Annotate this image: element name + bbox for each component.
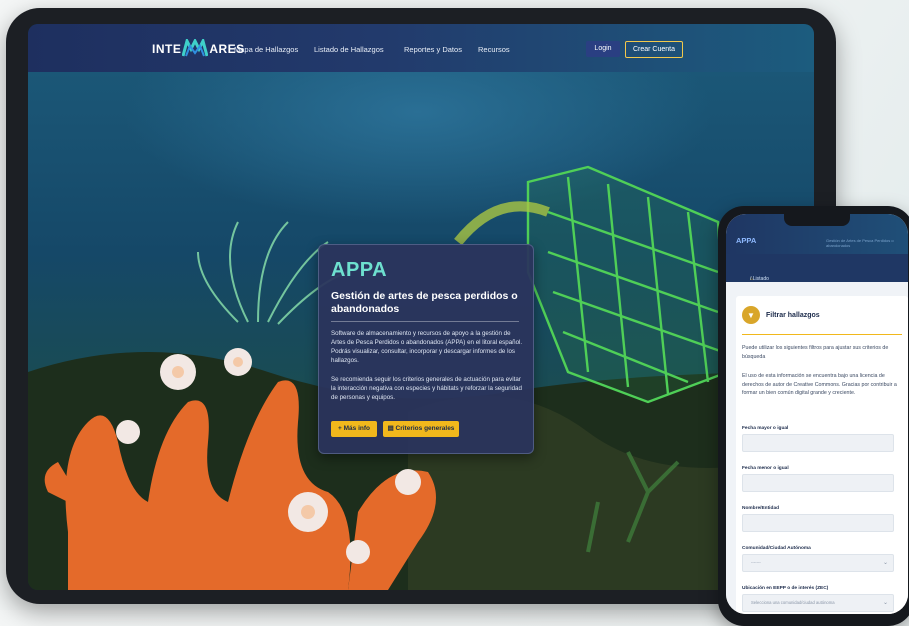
phone-content: ▼ Filtrar hallazgos Puede utilizar los s… [726,282,908,614]
community-select-value: ------- [751,560,761,565]
filter-title: Filtrar hallazgos [766,312,820,319]
tablet-screen: INTE ARES Mapa de Hallazgos Listado de H… [28,24,814,590]
login-button[interactable]: Login [586,41,620,57]
date-to-label: Fecha menor o igual [742,466,789,471]
filter-panel: ▼ Filtrar hallazgos Puede utilizar los s… [736,296,908,614]
breadcrumb: ⌂ / Listado de Hallazgos [726,254,908,294]
nav-resources[interactable]: Recursos [478,45,510,54]
hero-info-card: APPA Gestión de artes de pesca perdidos … [318,244,534,454]
hero-description: Software de almacenamiento y recursos de… [331,330,523,364]
general-criteria-button[interactable]: ▤ Criterios generales [383,421,459,437]
location-select[interactable]: Selecciona una comunidad/ciudad autónoma… [742,594,894,612]
filter-icon: ▼ [742,306,760,324]
phone-notch [784,214,850,226]
community-select[interactable]: ------- ⌄ [742,554,894,572]
nav-map-of-findings[interactable]: Mapa de Hallazgos [234,45,298,54]
hero-recommendation: Se recomienda seguir los criterios gener… [331,376,522,401]
hero-divider [331,321,519,322]
logo-text-left: INTE [152,42,182,56]
license-note: El uso de esta información se encuentra … [742,373,897,396]
date-from-label: Fecha mayor o igual [742,426,789,431]
date-from-input[interactable] [742,434,894,452]
location-label: Ubicación en EEPP o de interés (ZEC) [742,586,829,591]
hero-title: APPA [331,259,388,281]
location-select-placeholder: Selecciona una comunidad/ciudad autónoma [751,600,835,605]
wave-m-logo-icon [182,39,209,57]
nav-list-of-findings[interactable]: Listado de Hallazgos [314,45,384,54]
name-entity-input[interactable] [742,514,894,532]
phone-brand[interactable]: APPA [736,236,756,245]
phone-frame: APPA Gestión de Artes de Pesca Perdidos … [718,206,909,626]
fishing-trap-shape [526,165,730,404]
document-icon: ▤ [387,425,396,432]
create-account-button[interactable]: Crear Cuenta [625,41,683,58]
intemares-logo[interactable]: INTE ARES [152,39,245,57]
nav-reports-and-data[interactable]: Reportes y Datos [404,45,462,54]
name-entity-label: Nombre/Entidad [742,506,780,511]
top-navigation-bar: INTE ARES Mapa de Hallazgos Listado de H… [28,24,814,72]
filter-divider [742,334,902,335]
tablet-frame: INTE ARES Mapa de Hallazgos Listado de H… [6,8,836,604]
hero-subtitle: Gestión de artes de pesca perdidos o aba… [331,290,518,315]
community-label: Comunidad/Ciudad Autónoma [742,546,811,551]
general-criteria-label: Criterios generales [395,425,455,432]
more-info-button[interactable]: + Más info [331,421,377,437]
date-to-input[interactable] [742,474,894,492]
phone-header-tagline: Gestión de Artes de Pesca Perdidos o aba… [826,238,894,248]
chevron-down-icon: ⌄ [882,560,888,566]
chevron-down-icon: ⌄ [882,600,888,606]
phone-screen: APPA Gestión de Artes de Pesca Perdidos … [726,214,908,614]
filter-intro: Puede utilizar los siguientes filtros pa… [742,345,889,360]
